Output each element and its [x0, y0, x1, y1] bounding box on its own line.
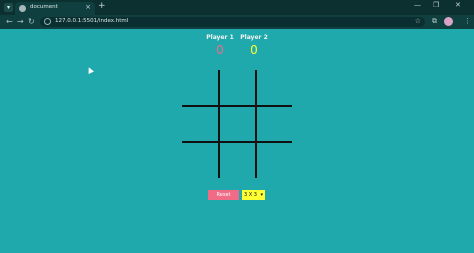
mouse-cursor-icon: [86, 66, 94, 74]
reload-icon[interactable]: ↻: [28, 17, 35, 26]
grid-line-horizontal-1: [182, 105, 292, 107]
board-size-select[interactable]: 3 X 3 ▾: [242, 190, 265, 200]
grid-line-horizontal-2: [182, 141, 292, 143]
back-arrow-icon[interactable]: ←: [6, 17, 13, 26]
window-close-icon[interactable]: ✕: [455, 1, 461, 9]
minimize-icon[interactable]: —: [414, 1, 421, 9]
new-tab-plus-icon[interactable]: +: [98, 1, 106, 11]
grid-line-vertical-1: [218, 70, 220, 178]
browser-tab[interactable]: document ×: [15, 2, 95, 15]
extensions-puzzle-icon[interactable]: ⧉: [432, 17, 437, 26]
bookmark-star-icon[interactable]: ☆: [415, 17, 421, 25]
forward-arrow-icon[interactable]: →: [17, 17, 24, 26]
tab-title: document: [30, 4, 58, 10]
reset-button[interactable]: Reset: [208, 190, 239, 200]
maximize-icon[interactable]: ❐: [433, 1, 439, 9]
board-size-selected: 3 X 3: [244, 192, 257, 198]
page-body: Player 1 0 Player 2 0 Reset 3 X 3 ▾: [0, 29, 474, 253]
tab-close-icon[interactable]: ×: [85, 3, 91, 11]
browser-tab-bar: ▾ document × + — ❐ ✕: [0, 0, 474, 15]
browser-toolbar: ← → ↻ 127.0.0.1:5501/index.html ☆ ⧉ ⋮: [0, 15, 474, 29]
grid-line-vertical-2: [255, 70, 257, 178]
browser-menu-icon[interactable]: ⋮: [464, 17, 471, 25]
chevron-down-icon: ▾: [260, 192, 263, 198]
player2-score: 0: [250, 43, 258, 57]
profile-avatar-icon[interactable]: [444, 17, 453, 26]
tab-favicon-icon: [19, 5, 26, 12]
address-url[interactable]: 127.0.0.1:5501/index.html: [55, 18, 128, 24]
tic-tac-toe-board[interactable]: [182, 70, 292, 178]
site-info-icon[interactable]: [44, 18, 51, 25]
tab-search-chevron-down-icon[interactable]: ▾: [4, 3, 13, 12]
player2-name: Player 2: [240, 34, 268, 41]
player2-panel: Player 2 0: [234, 34, 274, 57]
address-bar[interactable]: 127.0.0.1:5501/index.html ☆: [40, 17, 425, 27]
